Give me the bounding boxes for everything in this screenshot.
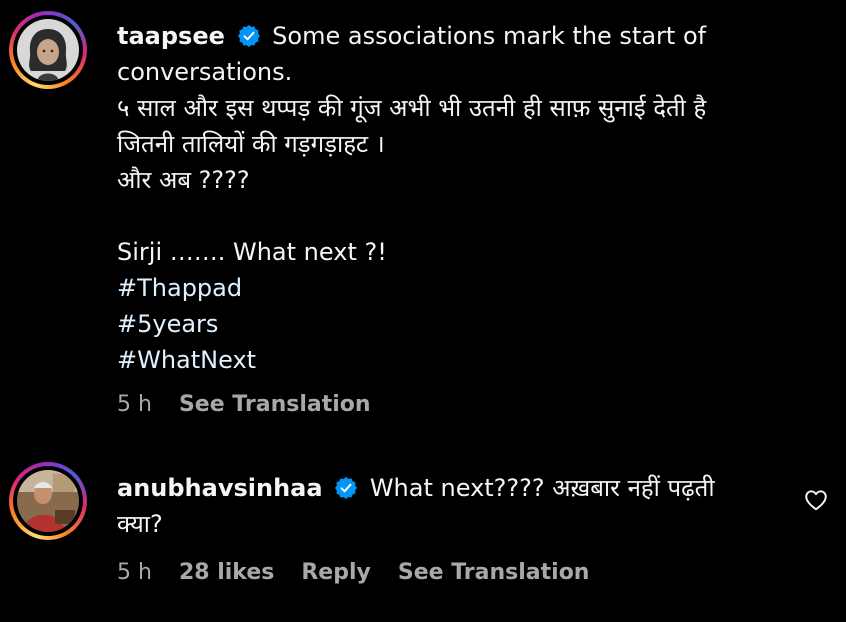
comment-text-line: और अब ???? — [117, 166, 250, 194]
see-translation-button[interactable]: See Translation — [179, 392, 371, 417]
reply-button[interactable]: Reply — [301, 560, 371, 585]
comment-text-line: conversations. — [117, 58, 293, 86]
comment-text-first: What next???? अख़बार नहीं पढ़ती — [369, 474, 715, 502]
comment-text-line: ५ साल और इस थप्पड़ की गूंज अभी भी उतनी ह… — [117, 94, 707, 122]
verified-badge-icon — [335, 476, 358, 500]
comment-meta: 5 h 28 likes Reply See Translation — [117, 560, 609, 585]
comment-text-line: ​ — [117, 198, 797, 234]
verified-badge-icon — [237, 24, 260, 48]
comment-meta: 5 h See Translation — [117, 392, 391, 417]
avatar-taapsee[interactable] — [9, 11, 87, 89]
comment-text-line: Sirji ……. What next ?! — [117, 238, 387, 266]
comment-text-line: जितनी तालियों की गड़गड़ाहट । — [117, 130, 385, 158]
comment-username[interactable]: anubhavsinhaa — [117, 474, 323, 502]
hashtag-link[interactable]: #5years — [117, 306, 797, 342]
hashtag-link[interactable]: #WhatNext — [117, 342, 797, 378]
see-translation-button[interactable]: See Translation — [398, 560, 590, 585]
hashtag-link[interactable]: #Thappad — [117, 270, 797, 306]
comment-body: taapsee Some associations mark the start… — [117, 18, 797, 378]
heart-outline-icon[interactable] — [803, 487, 829, 513]
comment-text-line: क्या? — [117, 510, 163, 538]
comment-username[interactable]: taapsee — [117, 22, 225, 50]
comment-timestamp[interactable]: 5 h — [117, 392, 152, 417]
likes-count[interactable]: 28 likes — [179, 560, 274, 585]
comment-timestamp[interactable]: 5 h — [117, 560, 152, 585]
comment-body: anubhavsinhaa What next???? अख़बार नहीं … — [117, 470, 797, 542]
avatar-anubhavsinhaa[interactable] — [9, 462, 87, 540]
comment-text-first: Some associations mark the start of — [272, 22, 707, 50]
